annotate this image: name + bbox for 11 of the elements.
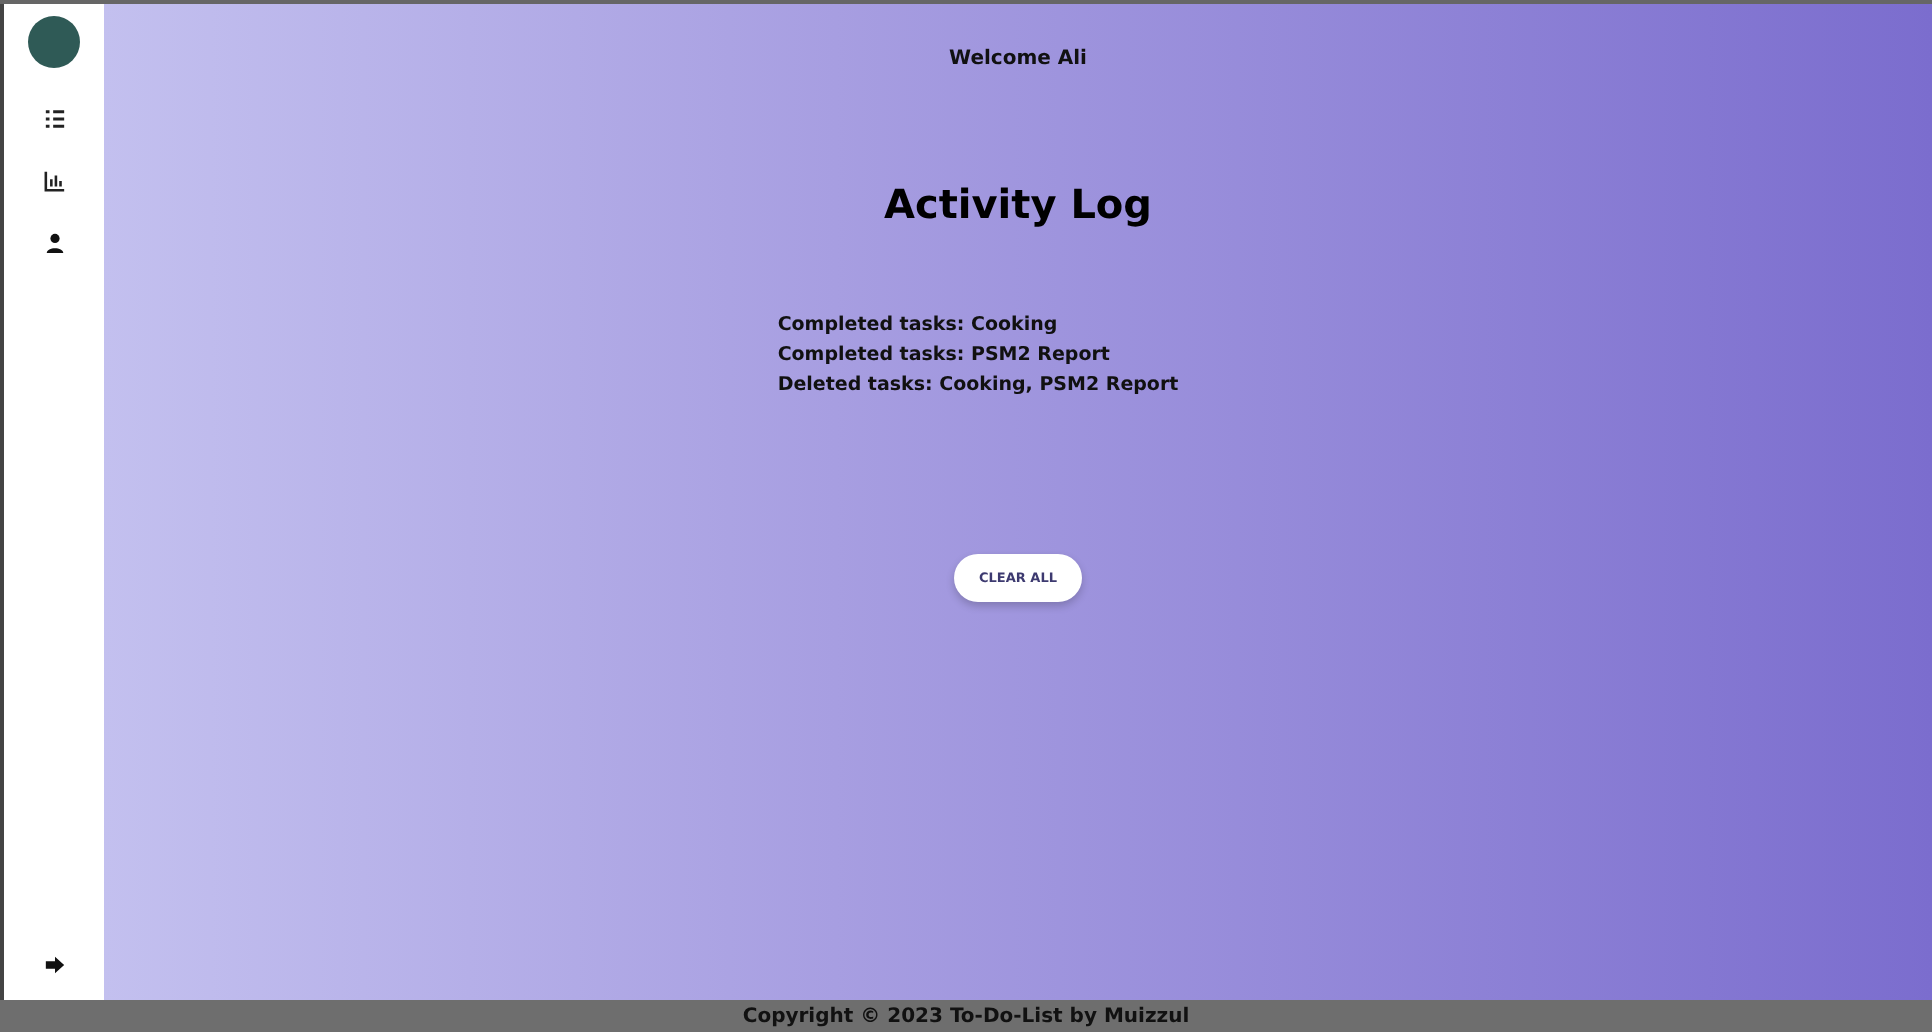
log-entry: Completed tasks: PSM2 Report — [777, 342, 1112, 368]
log-entry: Deleted tasks: Cooking, PSM2 Report — [777, 372, 1179, 398]
bar-chart-icon[interactable] — [43, 170, 65, 192]
logout-icon[interactable] — [43, 954, 65, 976]
logo-avatar-icon[interactable] — [28, 16, 80, 68]
task-list-icon[interactable] — [43, 108, 65, 130]
welcome-text: Welcome Ali — [949, 48, 1087, 70]
copyright-text: Copyright © 2023 To-Do-List by Muizzul — [742, 1005, 1190, 1027]
user-icon[interactable] — [43, 232, 65, 254]
page-title: Activity Log — [883, 180, 1152, 228]
log-entry: Completed tasks: Cooking — [777, 312, 1060, 338]
